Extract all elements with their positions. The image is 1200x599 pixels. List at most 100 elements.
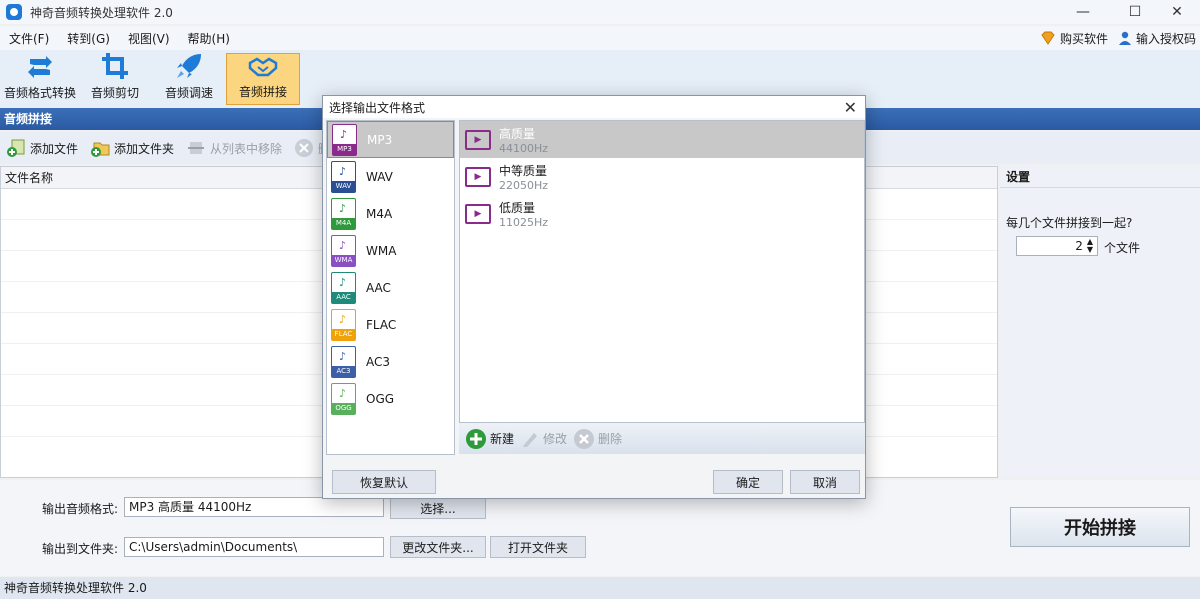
music-note-icon: ♪ xyxy=(339,386,347,400)
format-tag: WMA xyxy=(332,254,355,266)
quality-text: 中等质量 22050Hz xyxy=(499,162,548,192)
music-note-icon: ♪ xyxy=(339,349,347,363)
remove-icon xyxy=(188,142,205,154)
menu-goto[interactable]: 转到(G) xyxy=(58,30,119,47)
delete-quality-button[interactable]: 删除 xyxy=(573,428,622,450)
audio-file-icon: ♪ AAC xyxy=(331,271,356,304)
audio-file-icon: ♪ WAV xyxy=(331,160,356,193)
menu-file[interactable]: 文件(F) xyxy=(0,30,58,47)
format-item-ogg[interactable]: ♪ OGG OGG xyxy=(327,380,454,417)
maximize-icon: ☐ xyxy=(1128,4,1142,20)
quality-sample-rate: 11025Hz xyxy=(499,215,549,229)
format-label: WAV xyxy=(366,169,393,184)
restore-default-button[interactable]: 恢复默认 xyxy=(332,470,436,494)
quality-item[interactable]: ▶ 高质量 44100Hz xyxy=(460,121,864,158)
toolbar-format-convert[interactable]: 音频格式转换 xyxy=(4,53,76,105)
buy-software-link[interactable]: 购买软件 xyxy=(1040,30,1108,47)
edit-quality-button[interactable]: 修改 xyxy=(520,429,567,449)
close-icon: ✕ xyxy=(1171,4,1183,20)
toolbar-label: 音频调速 xyxy=(164,86,213,100)
format-item-wma[interactable]: ♪ WMA WMA xyxy=(327,232,454,269)
output-format-field[interactable]: MP3 高质量 44100Hz xyxy=(124,497,384,517)
spin-arrows-icon[interactable]: ▲ ▼ xyxy=(1087,238,1093,254)
output-folder-label: 输出到文件夹: xyxy=(42,542,119,556)
music-note-icon: ♪ xyxy=(340,127,348,141)
change-folder-button[interactable]: 更改文件夹... xyxy=(390,536,486,558)
ok-button[interactable]: 确定 xyxy=(713,470,783,494)
edit-label: 修改 xyxy=(543,432,568,446)
format-list[interactable]: ♪ MP3 MP3 ♪ WAV WAV ♪ M4A M4A ♪ WMA WMA ♪ AAC AAC ♪ FLAC… xyxy=(326,120,455,455)
quality-item[interactable]: ▶ 中等质量 22050Hz xyxy=(460,158,864,195)
toolbar-label: 音频拼接 xyxy=(238,85,287,99)
open-folder-button[interactable]: 打开文件夹 xyxy=(490,536,586,558)
format-tag: AC3 xyxy=(332,365,355,377)
output-format-dialog: 选择输出文件格式 ✕ ♪ MP3 MP3 ♪ WAV WAV ♪ M4A M4A ♪ WMA WMA ♪… xyxy=(322,95,866,499)
format-item-aac[interactable]: ♪ AAC AAC xyxy=(327,269,454,306)
remove-from-list-button[interactable]: 从列表中移除 xyxy=(180,138,288,158)
menu-help[interactable]: 帮助(H) xyxy=(179,30,239,47)
count-unit: 个文件 xyxy=(1104,241,1141,255)
new-quality-button[interactable]: 新建 xyxy=(465,428,514,450)
output-folder-field[interactable]: C:\Users\admin\Documents\ xyxy=(124,537,384,557)
format-item-m4a[interactable]: ♪ M4A M4A xyxy=(327,195,454,232)
minimize-icon: — xyxy=(1076,4,1090,20)
choose-format-button[interactable]: 选择... xyxy=(390,497,486,519)
quality-title: 中等质量 xyxy=(499,163,548,178)
quality-list[interactable]: ▶ 高质量 44100Hz ▶ 中等质量 22050Hz ▶ 低质量 11025Hz xyxy=(459,120,865,453)
format-label: AAC xyxy=(366,280,391,295)
format-item-ac3[interactable]: ♪ AC3 AC3 xyxy=(327,343,454,380)
menu-view[interactable]: 视图(V) xyxy=(119,30,179,47)
minimize-button[interactable]: — xyxy=(1060,0,1106,24)
video-play-icon: ▶ xyxy=(465,129,491,150)
count-stepper[interactable]: 2 ▲ ▼ xyxy=(1016,236,1098,256)
add-file-button[interactable]: 添加文件 xyxy=(0,138,84,158)
rocket-icon xyxy=(174,52,204,80)
dialog-close-icon[interactable]: ✕ xyxy=(844,98,857,117)
delete-icon xyxy=(295,139,314,157)
delete-quality-label: 删除 xyxy=(598,432,623,446)
add-folder-button[interactable]: 添加文件夹 xyxy=(84,138,180,158)
quality-sample-rate: 44100Hz xyxy=(499,141,549,155)
menu-right: 购买软件 输入授权码 xyxy=(1040,26,1196,50)
format-item-wav[interactable]: ♪ WAV WAV xyxy=(327,158,454,195)
window-title: 神奇音频转换处理软件 2.0 xyxy=(30,5,173,20)
video-play-icon: ▶ xyxy=(465,203,491,224)
maximize-button[interactable]: ☐ xyxy=(1112,0,1158,24)
add-folder-label: 添加文件夹 xyxy=(114,141,175,156)
quality-text: 高质量 44100Hz xyxy=(499,125,548,155)
app-logo-icon xyxy=(6,4,22,20)
audio-file-icon: ♪ OGG xyxy=(331,382,356,415)
settings-title: 设置 xyxy=(1000,166,1200,188)
format-label: AC3 xyxy=(366,354,391,369)
toolbar-cut[interactable]: 音频剪切 xyxy=(84,53,146,105)
toolbar-speed[interactable]: 音频调速 xyxy=(158,53,220,105)
music-note-icon: ♪ xyxy=(339,238,347,252)
start-join-button[interactable]: 开始拼接 xyxy=(1010,507,1190,547)
format-tag: M4A xyxy=(332,217,355,229)
dialog-title-bar: 选择输出文件格式 ✕ xyxy=(323,96,865,118)
format-item-flac[interactable]: ♪ FLAC FLAC xyxy=(327,306,454,343)
menu-bar: 文件(F) 转到(G) 视图(V) 帮助(H) 购买软件 输入授权码 xyxy=(0,26,1200,50)
quality-title: 高质量 xyxy=(499,126,536,141)
settings-panel: 设置 每几个文件拼接到一起? 2 ▲ ▼ 个文件 xyxy=(1000,166,1200,478)
license-link[interactable]: 输入授权码 xyxy=(1118,30,1196,47)
close-button[interactable]: ✕ xyxy=(1154,0,1200,24)
audio-file-icon: ♪ MP3 xyxy=(332,123,357,156)
format-tag: WAV xyxy=(332,180,355,192)
user-icon xyxy=(1118,31,1131,45)
quality-title: 低质量 xyxy=(499,200,536,215)
buy-label: 购买软件 xyxy=(1059,31,1108,46)
audio-file-icon: ♪ AC3 xyxy=(331,345,356,378)
status-bar: 神奇音频转换处理软件 2.0 xyxy=(0,577,1200,599)
format-tag: OGG xyxy=(332,402,355,414)
toolbar-join[interactable]: 音频拼接 xyxy=(226,53,300,105)
quality-item[interactable]: ▶ 低质量 11025Hz xyxy=(460,195,864,232)
pencil-icon xyxy=(523,432,538,447)
cancel-button[interactable]: 取消 xyxy=(790,470,860,494)
format-label: FLAC xyxy=(366,317,397,332)
toolbar-label: 音频剪切 xyxy=(90,86,139,100)
remove-label: 从列表中移除 xyxy=(210,141,283,156)
format-item-mp3[interactable]: ♪ MP3 MP3 xyxy=(327,121,454,158)
settings-question: 每几个文件拼接到一起? xyxy=(1006,216,1133,230)
format-tag: MP3 xyxy=(333,143,356,155)
